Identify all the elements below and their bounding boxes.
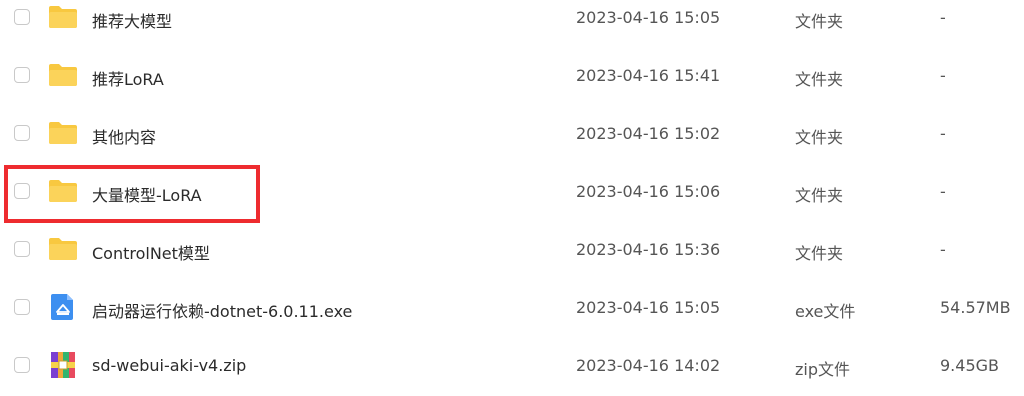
file-name[interactable]: sd-webui-aki-v4.zip — [92, 356, 246, 375]
file-type: 文件夹 — [795, 12, 844, 31]
file-size: 9.45GB — [940, 356, 999, 375]
file-type: 文件夹 — [795, 244, 844, 263]
file-type: zip文件 — [795, 360, 851, 379]
exe-file-icon — [48, 292, 78, 322]
row-checkbox[interactable] — [14, 9, 30, 25]
row-checkbox[interactable] — [14, 125, 30, 141]
file-type: 文件夹 — [795, 186, 844, 205]
file-date: 2023-04-16 15:05 — [576, 298, 721, 317]
file-size: 54.57MB — [940, 298, 1011, 317]
file-type: exe文件 — [795, 302, 856, 321]
file-date: 2023-04-16 15:02 — [576, 124, 721, 143]
row-checkbox[interactable] — [14, 299, 30, 315]
file-row[interactable]: ControlNet模型 2023-04-16 15:36 文件夹 - — [0, 220, 1024, 278]
file-row[interactable]: 推荐大模型 2023-04-16 15:05 文件夹 - — [0, 0, 1024, 46]
file-size: - — [940, 66, 946, 85]
folder-icon — [48, 2, 78, 32]
file-type: 文件夹 — [795, 128, 844, 147]
file-date: 2023-04-16 15:05 — [576, 8, 721, 27]
file-size: - — [940, 182, 946, 201]
file-size: - — [940, 240, 946, 259]
file-name[interactable]: 其他内容 — [92, 124, 156, 148]
folder-icon — [48, 60, 78, 90]
row-checkbox[interactable] — [14, 241, 30, 257]
file-size: - — [940, 124, 946, 143]
row-checkbox[interactable] — [14, 357, 30, 373]
file-type: 文件夹 — [795, 70, 844, 89]
file-list: 推荐大模型 2023-04-16 15:05 文件夹 - 推荐LoRA 2023… — [0, 0, 1024, 396]
file-row[interactable]: 推荐LoRA 2023-04-16 15:41 文件夹 - — [0, 46, 1024, 104]
zip-archive-icon — [48, 350, 78, 380]
file-date: 2023-04-16 15:06 — [576, 182, 721, 201]
file-name[interactable]: ControlNet模型 — [92, 240, 210, 264]
highlight-box — [4, 165, 260, 223]
row-checkbox[interactable] — [14, 67, 30, 83]
file-name[interactable]: 推荐大模型 — [92, 8, 172, 32]
file-row[interactable]: 其他内容 2023-04-16 15:02 文件夹 - — [0, 104, 1024, 162]
file-date: 2023-04-16 15:41 — [576, 66, 721, 85]
file-row[interactable]: 启动器运行依赖-dotnet-6.0.11.exe 2023-04-16 15:… — [0, 278, 1024, 336]
folder-icon — [48, 234, 78, 264]
file-name[interactable]: 推荐LoRA — [92, 66, 164, 90]
file-date: 2023-04-16 14:02 — [576, 356, 721, 375]
file-date: 2023-04-16 15:36 — [576, 240, 721, 259]
file-name[interactable]: 启动器运行依赖-dotnet-6.0.11.exe — [92, 298, 352, 322]
folder-icon — [48, 118, 78, 148]
file-row[interactable]: sd-webui-aki-v4.zip 2023-04-16 14:02 zip… — [0, 336, 1024, 394]
file-size: - — [940, 8, 946, 27]
